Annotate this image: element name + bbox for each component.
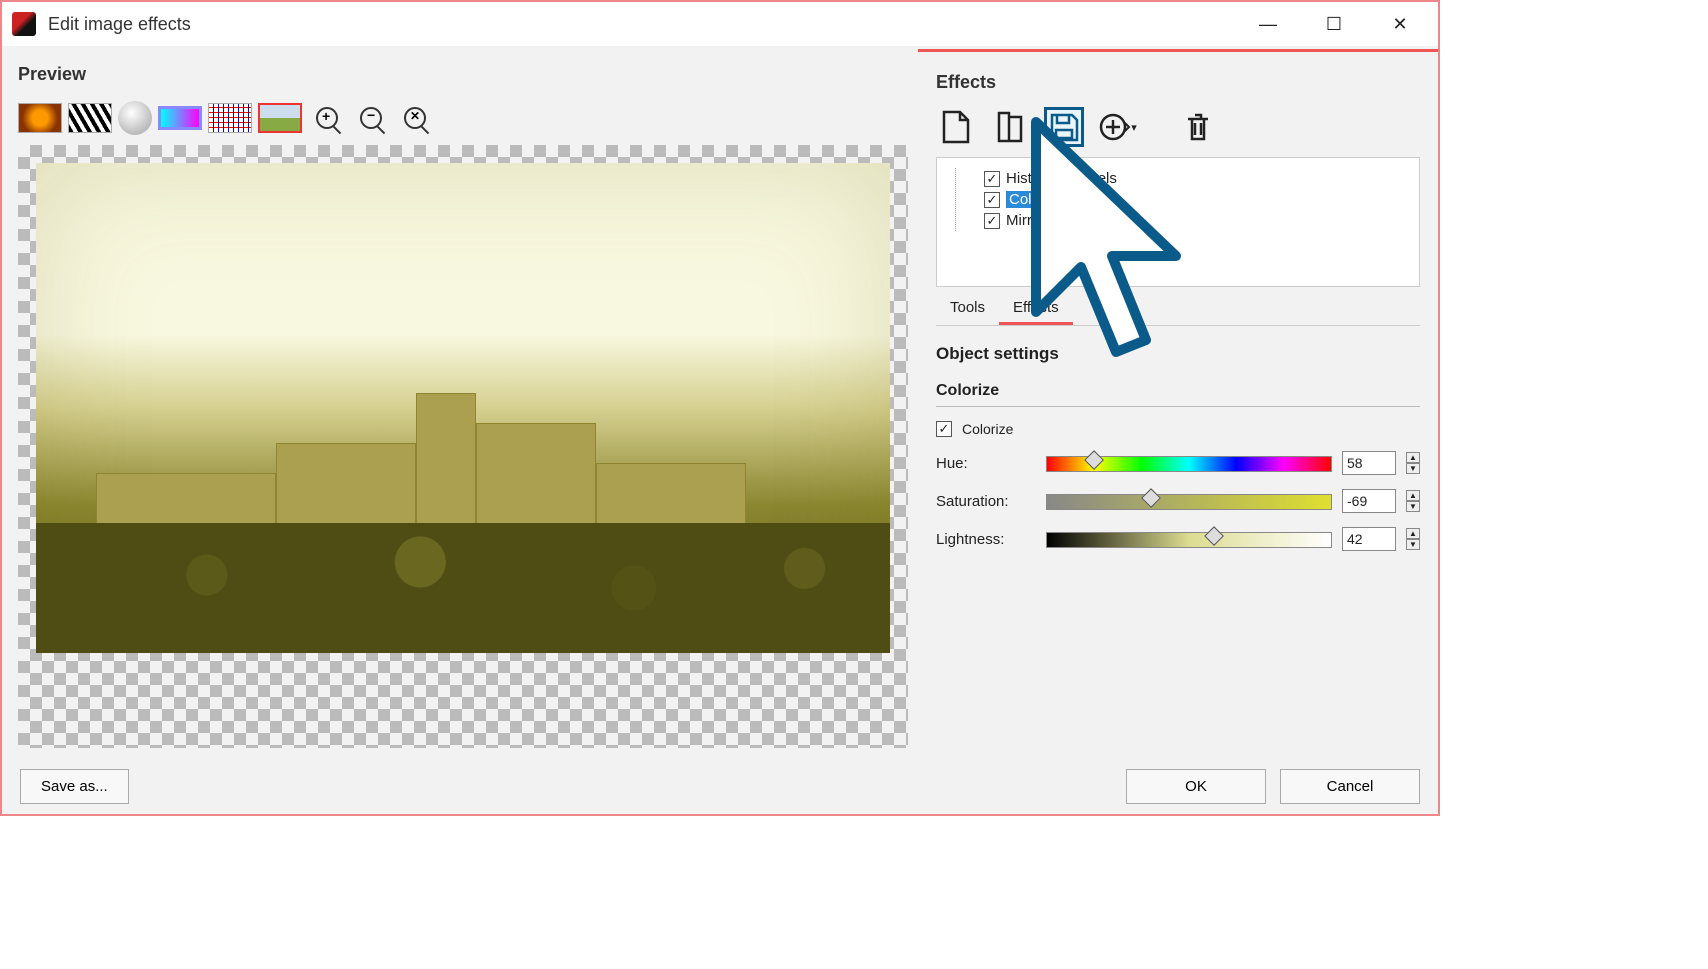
- folder-icon: [995, 110, 1025, 144]
- sample-sphere[interactable]: [118, 101, 152, 135]
- effect-tree-item[interactable]: ✓ Histogram levels: [964, 168, 1405, 189]
- app-icon: [12, 12, 36, 36]
- add-effect-button[interactable]: ▾: [1098, 107, 1138, 147]
- new-effect-button[interactable]: [936, 107, 976, 147]
- tab-tools[interactable]: Tools: [936, 293, 999, 325]
- preview-panel: Preview: [2, 46, 918, 758]
- lightness-row: Lightness: 42 ▲▼: [936, 527, 1420, 551]
- effect-checkbox[interactable]: ✓: [984, 192, 1000, 208]
- lightness-value[interactable]: 42: [1342, 527, 1396, 551]
- effect-tree-label: Histogram levels: [1006, 170, 1117, 187]
- minimize-button[interactable]: —: [1250, 14, 1286, 35]
- preview-toolbar: [18, 95, 908, 145]
- saturation-label: Saturation:: [936, 493, 1036, 510]
- open-effect-button[interactable]: [990, 107, 1030, 147]
- zoom-out-icon: [360, 107, 382, 129]
- save-as-button[interactable]: Save as...: [20, 769, 129, 804]
- hue-row: Hue: 58 ▲▼: [936, 451, 1420, 475]
- preview-canvas[interactable]: [18, 145, 908, 748]
- zoom-in-button[interactable]: [308, 99, 346, 137]
- titlebar: Edit image effects — ☐ ✕: [2, 2, 1438, 46]
- preview-heading: Preview: [18, 56, 908, 95]
- effects-tree[interactable]: ✓ Histogram levels ✓ Colorize ✓ Mirror: [936, 157, 1420, 287]
- effect-tree-label: Mirror: [1006, 212, 1045, 229]
- saturation-value[interactable]: -69: [1342, 489, 1396, 513]
- maximize-button[interactable]: ☐: [1316, 14, 1352, 35]
- trash-icon: [1184, 111, 1212, 143]
- zoom-fit-icon: [404, 107, 426, 129]
- floppy-disk-icon: [1049, 112, 1079, 142]
- colorize-checkbox-label: Colorize: [962, 421, 1013, 437]
- object-settings-panel: Object settings Colorize ✓ Colorize Hue:…: [918, 330, 1438, 579]
- object-settings-heading: Object settings: [936, 344, 1420, 372]
- effect-checkbox[interactable]: ✓: [984, 171, 1000, 187]
- ok-button[interactable]: OK: [1126, 769, 1266, 804]
- preview-image: [36, 163, 890, 653]
- saturation-spinner[interactable]: ▲▼: [1406, 490, 1420, 512]
- close-button[interactable]: ✕: [1382, 14, 1418, 35]
- sample-grid[interactable]: [208, 103, 252, 133]
- effect-name-heading: Colorize: [936, 372, 1420, 407]
- saturation-slider[interactable]: [1046, 490, 1332, 512]
- save-effect-button[interactable]: [1044, 107, 1084, 147]
- lightness-slider[interactable]: [1046, 528, 1332, 550]
- plus-circle-icon: [1099, 112, 1133, 142]
- sample-photo[interactable]: [258, 103, 302, 133]
- lightness-label: Lightness:: [936, 531, 1036, 548]
- zoom-out-button[interactable]: [352, 99, 390, 137]
- hue-slider[interactable]: [1046, 452, 1332, 474]
- sample-gradient[interactable]: [158, 106, 202, 130]
- zoom-fit-button[interactable]: [396, 99, 434, 137]
- panel-tabs: ToolsEffects: [936, 293, 1420, 326]
- colorize-checkbox[interactable]: ✓: [936, 421, 952, 437]
- saturation-row: Saturation: -69 ▲▼: [936, 489, 1420, 513]
- sample-zebra[interactable]: [68, 103, 112, 133]
- lightness-spinner[interactable]: ▲▼: [1406, 528, 1420, 550]
- hue-value[interactable]: 58: [1342, 451, 1396, 475]
- cancel-button[interactable]: Cancel: [1280, 769, 1420, 804]
- effect-tree-label: Colorize: [1006, 191, 1067, 208]
- effects-toolbar: ▾: [936, 103, 1420, 157]
- effect-checkbox[interactable]: ✓: [984, 213, 1000, 229]
- dialog-footer: Save as... OK Cancel: [2, 758, 1438, 814]
- tab-effects[interactable]: Effects: [999, 293, 1073, 325]
- zoom-in-icon: [316, 107, 338, 129]
- effect-tree-item[interactable]: ✓ Colorize: [964, 189, 1405, 210]
- window-title: Edit image effects: [48, 14, 191, 35]
- dropdown-caret-icon: ▾: [1131, 121, 1137, 134]
- hue-label: Hue:: [936, 455, 1036, 472]
- sample-butterfly[interactable]: [18, 103, 62, 133]
- effect-tree-item[interactable]: ✓ Mirror: [964, 210, 1405, 231]
- page-icon: [941, 110, 971, 144]
- delete-effect-button[interactable]: [1178, 107, 1218, 147]
- effects-heading: Effects: [936, 64, 1420, 103]
- colorize-checkbox-row: ✓ Colorize: [936, 421, 1420, 437]
- effects-panel: Effects ▾: [918, 46, 1438, 758]
- hue-spinner[interactable]: ▲▼: [1406, 452, 1420, 474]
